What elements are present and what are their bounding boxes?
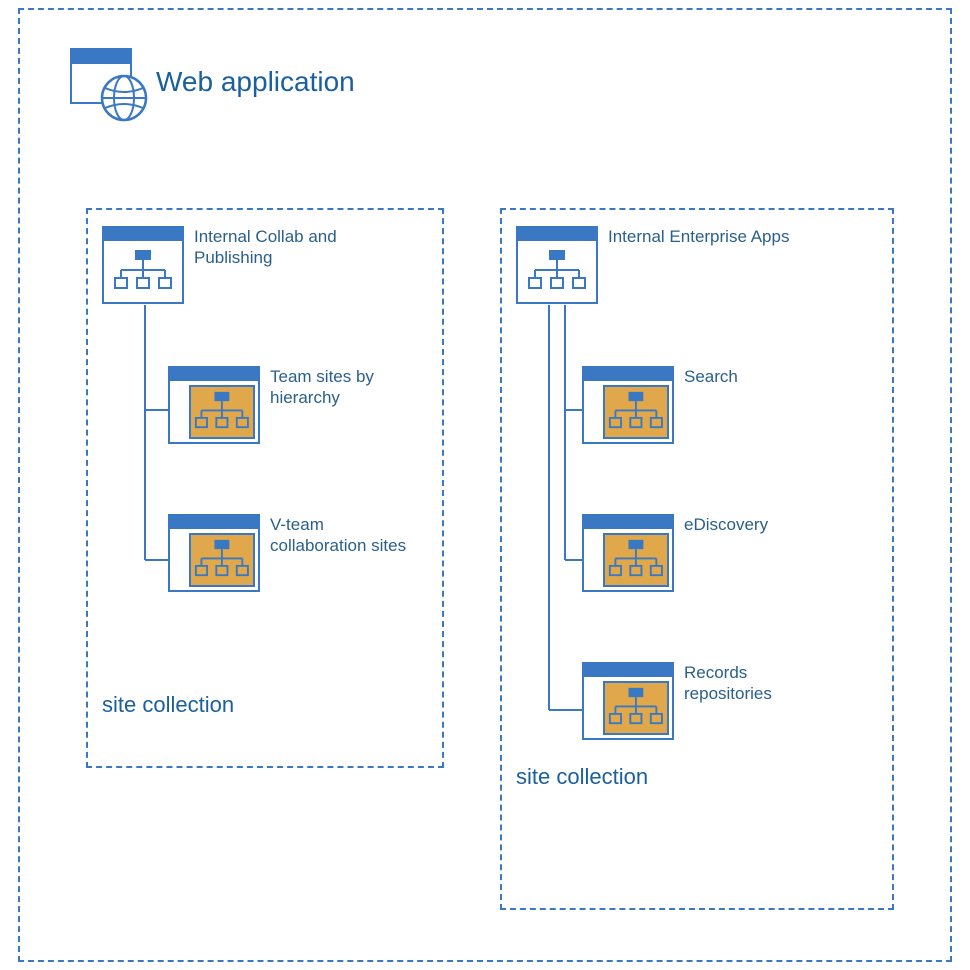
child-site-row: V-team collaboration sites xyxy=(168,514,428,592)
child-site-label: eDiscovery xyxy=(684,514,768,535)
site-collection-2: Internal Enterprise Apps Search eDiscove… xyxy=(500,208,894,910)
child-site-label: Team sites by hierarchy xyxy=(270,366,420,409)
subsite-hierarchy-icon xyxy=(168,514,260,592)
root-site-label: Internal Enterprise Apps xyxy=(608,226,789,247)
subsite-hierarchy-icon xyxy=(582,662,674,740)
child-site-row: Team sites by hierarchy xyxy=(168,366,428,444)
child-site-label: Search xyxy=(684,366,738,387)
child-site-row: Records repositories xyxy=(582,662,878,740)
web-application-icon xyxy=(70,48,142,116)
child-site-label: Records repositories xyxy=(684,662,834,705)
site-collection-1: Internal Collab and Publishing Team site… xyxy=(86,208,444,768)
subsite-hierarchy-icon xyxy=(582,514,674,592)
root-site-row: Internal Collab and Publishing xyxy=(102,226,428,304)
site-hierarchy-icon xyxy=(516,226,598,304)
subsite-hierarchy-icon xyxy=(168,366,260,444)
globe-icon xyxy=(100,74,148,122)
site-collections-row: Internal Collab and Publishing Team site… xyxy=(86,208,894,910)
site-collection-label: site collection xyxy=(102,692,428,718)
root-site-row: Internal Enterprise Apps xyxy=(516,226,878,304)
root-site-label: Internal Collab and Publishing xyxy=(194,226,364,269)
web-application-title: Web application xyxy=(156,66,355,98)
child-site-row: Search xyxy=(582,366,878,444)
subsite-hierarchy-icon xyxy=(582,366,674,444)
site-collection-label: site collection xyxy=(516,764,878,790)
child-site-label: V-team collaboration sites xyxy=(270,514,420,557)
child-site-row: eDiscovery xyxy=(582,514,878,592)
site-hierarchy-icon xyxy=(102,226,184,304)
web-application-container: Web application Internal Collab and Publ… xyxy=(18,8,952,962)
web-application-header: Web application xyxy=(70,48,355,116)
